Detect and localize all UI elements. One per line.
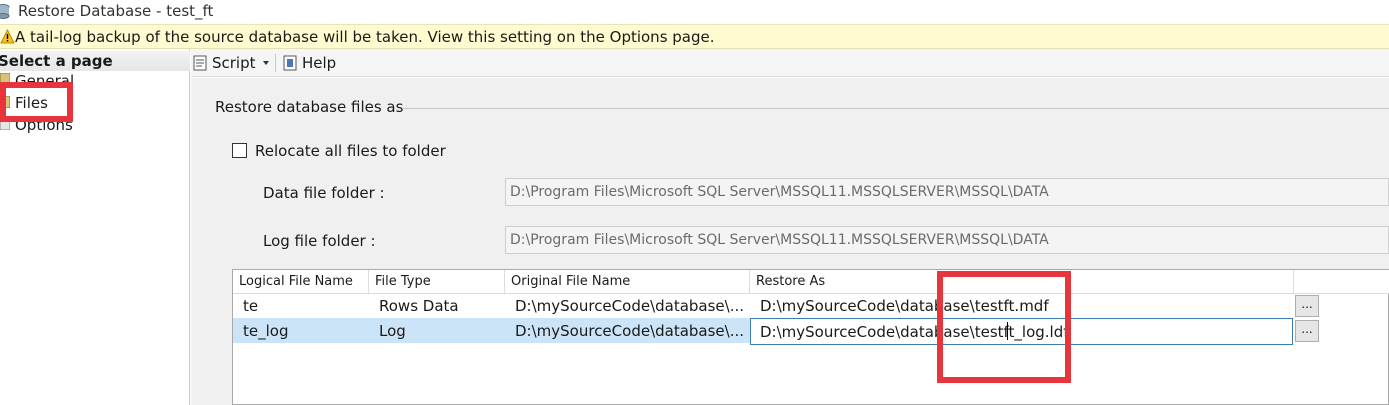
files-highlight-box	[0, 82, 73, 122]
select-page-header: Select a page	[0, 51, 190, 71]
cell-original[interactable]: D:\mySourceCode\database\...	[509, 319, 750, 343]
warning-text: A tail-log backup of the source database…	[15, 28, 715, 46]
relocate-label[interactable]: Relocate all files to folder	[255, 142, 446, 160]
cell-type[interactable]: Log	[373, 319, 505, 343]
database-restore-icon	[0, 4, 10, 19]
cell-logical[interactable]: te_log	[237, 319, 369, 343]
window-title: Restore Database - test_ft	[18, 2, 214, 20]
data-folder-label: Data file folder :	[263, 184, 385, 202]
help-button[interactable]: Help	[302, 54, 336, 72]
cell-type[interactable]: Rows Data	[373, 294, 505, 318]
browse-button[interactable]: ...	[1295, 295, 1319, 317]
help-icon	[283, 55, 297, 71]
select-page-title: Select a page	[0, 52, 113, 70]
col-header-browse	[1294, 270, 1389, 294]
script-button[interactable]: Script	[212, 54, 256, 72]
warning-icon	[0, 29, 15, 44]
data-folder-field[interactable]: D:\Program Files\Microsoft SQL Server\MS…	[505, 178, 1389, 206]
title-bar: Restore Database - test_ft	[0, 0, 1389, 24]
warning-bar: A tail-log backup of the source database…	[0, 24, 1389, 49]
cell-original[interactable]: D:\mySourceCode\database\...	[509, 294, 750, 318]
script-dropdown-caret[interactable]	[263, 61, 269, 65]
section-title: Restore database files as	[215, 98, 404, 116]
col-header-original[interactable]: Original File Name	[505, 270, 750, 294]
toolbar: Script Help	[191, 49, 1389, 77]
section-divider	[402, 108, 1389, 109]
col-header-type[interactable]: File Type	[369, 270, 505, 294]
script-icon	[193, 55, 207, 71]
log-folder-field[interactable]: D:\Program Files\Microsoft SQL Server\MS…	[505, 226, 1389, 254]
toolbar-separator	[275, 54, 276, 72]
relocate-checkbox[interactable]	[232, 143, 247, 158]
browse-button[interactable]: ...	[1295, 320, 1319, 342]
log-folder-label: Log file folder :	[263, 232, 376, 250]
cell-logical[interactable]: te	[237, 294, 369, 318]
files-grid: Logical File Name File Type Original Fil…	[232, 269, 1389, 405]
col-header-logical[interactable]: Logical File Name	[233, 270, 369, 294]
restore-as-highlight-box	[937, 271, 1071, 383]
